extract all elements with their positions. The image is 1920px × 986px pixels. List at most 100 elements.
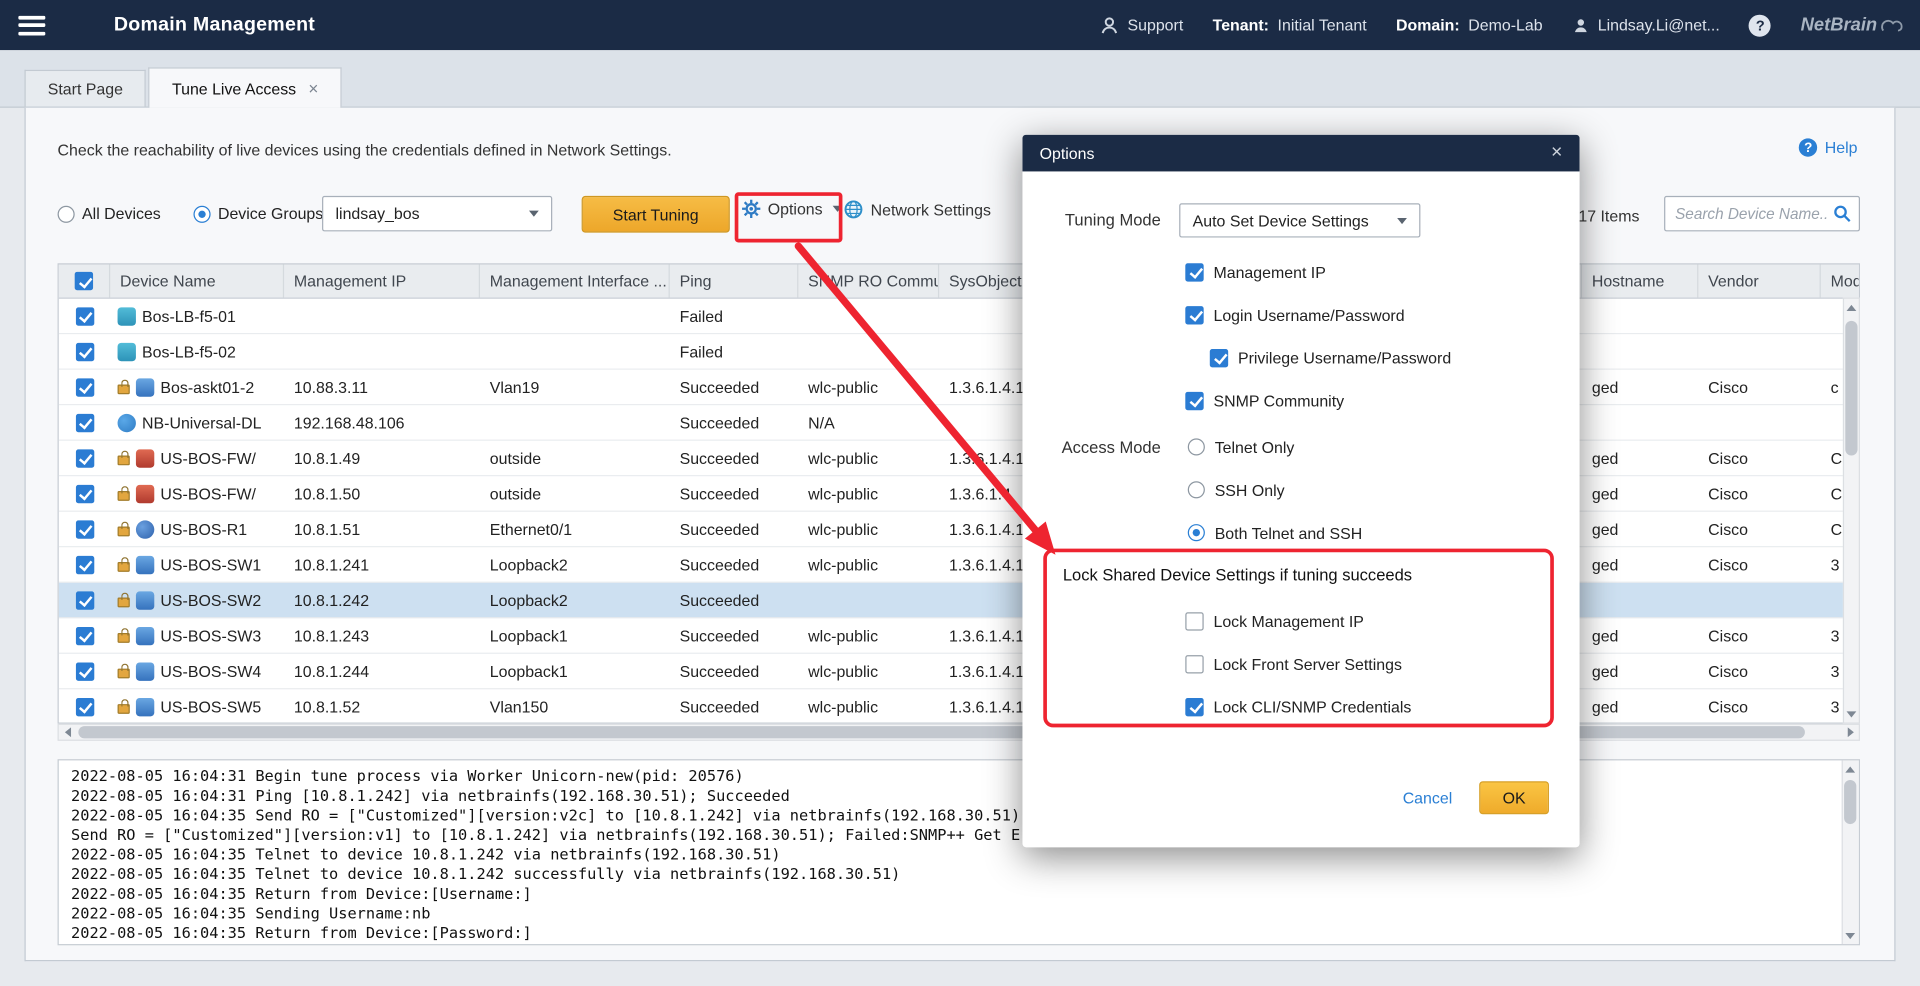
select-all-checkbox[interactable] [75, 272, 93, 290]
table-row[interactable]: NB-Universal-DL192.168.48.106SucceededN/… [59, 405, 1859, 441]
scroll-up-icon[interactable] [1843, 762, 1858, 777]
column-header[interactable]: Device Name [110, 264, 284, 297]
table-row[interactable]: Bos-askt01-210.88.3.11Vlan19Succeededwlc… [59, 370, 1859, 406]
scroll-down-icon[interactable] [1843, 928, 1858, 943]
checkbox[interactable] [1185, 654, 1203, 672]
table-cell [1582, 299, 1698, 333]
row-checkbox[interactable] [75, 378, 93, 396]
checkbox[interactable] [1185, 391, 1203, 409]
row-checkbox[interactable] [75, 342, 93, 360]
checkbox[interactable] [1185, 306, 1203, 324]
lock-option[interactable]: Lock Front Server Settings [1185, 654, 1411, 674]
options-button[interactable]: Options [742, 200, 842, 218]
table-row[interactable]: US-BOS-SW510.8.1.52Vlan150Succeededwlc-p… [59, 689, 1859, 723]
table-row[interactable]: US-BOS-R110.8.1.51Ethernet0/1Succeededwl… [59, 512, 1859, 548]
radio-button[interactable] [1188, 481, 1205, 498]
netbrain-logo: NetBrain [1801, 15, 1906, 36]
all-devices-radio[interactable]: All Devices [58, 204, 161, 222]
help-icon[interactable] [1749, 14, 1771, 36]
search-input[interactable] [1665, 205, 1833, 222]
scroll-left-icon[interactable] [60, 725, 75, 740]
column-header[interactable]: Management Interface ... [480, 264, 670, 297]
column-header[interactable]: Model [1821, 264, 1860, 297]
radio-button[interactable] [58, 205, 75, 222]
column-header[interactable]: Vendor [1698, 264, 1820, 297]
row-checkbox[interactable] [75, 591, 93, 609]
row-checkbox[interactable] [75, 484, 93, 502]
tuning-option[interactable]: Login Username/Password [1185, 305, 1451, 325]
domain-info[interactable]: Domain: Demo-Lab [1396, 16, 1543, 34]
tab-start-page[interactable]: Start Page [24, 70, 146, 107]
table-row[interactable]: US-BOS-FW/10.8.1.49outsideSucceededwlc-p… [59, 441, 1859, 477]
row-checkbox[interactable] [75, 520, 93, 538]
support-link[interactable]: Support [1099, 15, 1183, 35]
close-tab-icon[interactable] [308, 80, 318, 97]
access-mode-option[interactable]: SSH Only [1188, 480, 1362, 500]
column-header[interactable]: SNMP RO Community [798, 264, 939, 297]
device-group-select[interactable]: lindsay_bos [322, 196, 552, 232]
table-vertical-scrollbar[interactable] [1843, 298, 1860, 724]
row-checkbox[interactable] [75, 662, 93, 680]
access-mode-option[interactable]: Telnet Only [1188, 437, 1362, 457]
column-header[interactable]: Ping [670, 264, 799, 297]
scroll-up-icon[interactable] [1844, 300, 1859, 315]
tuning-option[interactable]: Management IP [1185, 262, 1451, 282]
tuning-option[interactable]: Privilege Username/Password [1210, 348, 1451, 368]
hamburger-menu-icon[interactable] [18, 15, 45, 35]
start-tuning-button[interactable]: Start Tuning [582, 196, 730, 233]
search-box[interactable] [1664, 196, 1860, 232]
scrollbar-thumb[interactable] [1845, 321, 1857, 456]
row-checkbox[interactable] [75, 626, 93, 644]
row-checkbox[interactable] [75, 449, 93, 467]
device-name-cell: Bos-LB-f5-02 [110, 334, 284, 368]
table-row[interactable]: US-BOS-FW/10.8.1.50outsideSucceededwlc-p… [59, 476, 1859, 512]
device-name: US-BOS-FW/ [160, 449, 256, 467]
network-settings-button[interactable]: Network Settings [844, 200, 991, 220]
scrollbar-thumb[interactable] [1844, 780, 1856, 824]
help-link[interactable]: Help [1799, 138, 1857, 156]
table-cell: Cisco [1698, 512, 1820, 546]
row-checkbox[interactable] [75, 307, 93, 325]
user-menu[interactable]: Lindsay.Li@net... [1572, 16, 1720, 34]
close-icon[interactable] [1551, 143, 1562, 163]
option-label: Lock CLI/SNMP Credentials [1213, 697, 1411, 715]
table-row[interactable]: US-BOS-SW110.8.1.241Loopback2Succeededwl… [59, 547, 1859, 583]
table-row[interactable]: US-BOS-SW410.8.1.244Loopback1Succeededwl… [59, 654, 1859, 690]
access-mode-option[interactable]: Both Telnet and SSH [1188, 523, 1362, 543]
scroll-down-icon[interactable] [1844, 707, 1859, 722]
checkbox[interactable] [1185, 263, 1203, 281]
table-horizontal-scrollbar[interactable] [58, 724, 1860, 741]
checkbox[interactable] [1210, 348, 1228, 366]
cancel-button[interactable]: Cancel [1403, 789, 1453, 807]
radio-button[interactable] [193, 205, 210, 222]
column-header[interactable] [59, 264, 110, 297]
row-checkbox[interactable] [75, 413, 93, 431]
log-vertical-scrollbar[interactable] [1842, 760, 1859, 944]
tenant-info[interactable]: Tenant: Initial Tenant [1213, 16, 1367, 34]
column-header[interactable]: Management IP [284, 264, 480, 297]
table-row[interactable]: Bos-LB-f5-02Failed [59, 334, 1859, 370]
device-groups-radio[interactable]: Device Groups [193, 204, 323, 222]
dialog-titlebar[interactable]: Options [1022, 135, 1579, 172]
scroll-right-icon[interactable] [1843, 725, 1858, 740]
checkbox[interactable] [1185, 697, 1203, 715]
search-icon[interactable] [1833, 204, 1851, 222]
lock-option[interactable]: Lock CLI/SNMP Credentials [1185, 697, 1411, 717]
row-checkbox[interactable] [75, 555, 93, 573]
table-row[interactable]: US-BOS-SW310.8.1.243Loopback1Succeededwl… [59, 618, 1859, 654]
tuning-mode-select[interactable]: Auto Set Device Settings [1179, 203, 1420, 237]
table-row[interactable]: US-BOS-SW210.8.1.242Loopback2Succeeded [59, 583, 1859, 619]
lock-option[interactable]: Lock Management IP [1185, 611, 1411, 631]
page-description: Check the reachability of live devices u… [58, 141, 672, 159]
tab-label: Tune Live Access [172, 79, 296, 97]
radio-button[interactable] [1188, 524, 1205, 541]
table-row[interactable]: Bos-LB-f5-01Failed [59, 299, 1859, 335]
tuning-option[interactable]: SNMP Community [1185, 391, 1451, 411]
row-checkbox[interactable] [75, 697, 93, 715]
app-title: Domain Management [114, 14, 315, 36]
tab-tune-live-access[interactable]: Tune Live Access [149, 67, 342, 107]
radio-button[interactable] [1188, 438, 1205, 455]
checkbox[interactable] [1185, 612, 1203, 630]
ok-button[interactable]: OK [1479, 781, 1549, 814]
column-header[interactable]: Hostname [1582, 264, 1698, 297]
